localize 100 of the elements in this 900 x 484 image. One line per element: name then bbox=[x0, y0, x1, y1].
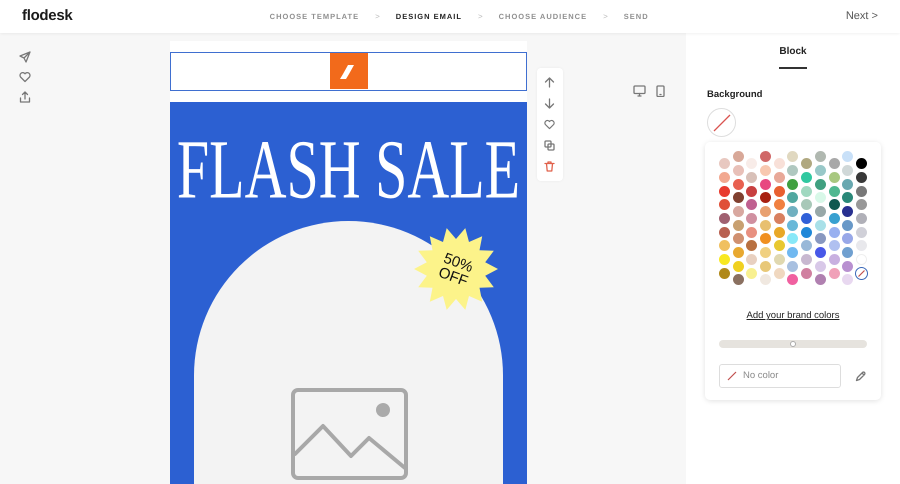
opacity-slider[interactable] bbox=[719, 340, 867, 348]
color-swatch[interactable] bbox=[760, 164, 772, 176]
color-swatch[interactable] bbox=[814, 192, 826, 204]
color-swatch[interactable] bbox=[842, 151, 854, 162]
color-swatch[interactable] bbox=[746, 172, 758, 183]
color-swatch[interactable] bbox=[814, 164, 826, 176]
hero-block[interactable]: FLASH SALE 50% OFF bbox=[170, 102, 527, 484]
color-swatch[interactable] bbox=[842, 178, 854, 190]
color-swatch[interactable] bbox=[814, 274, 826, 286]
color-swatch[interactable] bbox=[801, 268, 812, 279]
eyedropper-icon[interactable] bbox=[855, 370, 867, 382]
color-swatch[interactable] bbox=[719, 254, 730, 266]
color-swatch[interactable] bbox=[828, 213, 840, 224]
next-button[interactable]: Next > bbox=[846, 8, 878, 25]
color-swatch[interactable] bbox=[774, 199, 785, 210]
color-swatch[interactable] bbox=[828, 199, 840, 210]
color-swatch[interactable] bbox=[760, 220, 772, 231]
color-swatch[interactable] bbox=[732, 151, 744, 162]
color-swatch[interactable] bbox=[746, 254, 758, 266]
color-swatch[interactable] bbox=[787, 260, 798, 272]
color-swatch[interactable] bbox=[842, 192, 854, 204]
color-swatch[interactable] bbox=[814, 151, 826, 162]
color-swatch[interactable] bbox=[760, 260, 772, 272]
share-icon[interactable] bbox=[19, 91, 31, 103]
color-swatch[interactable] bbox=[787, 220, 798, 231]
header-block[interactable] bbox=[170, 52, 527, 91]
color-swatch[interactable] bbox=[814, 233, 826, 244]
color-swatch[interactable] bbox=[842, 274, 854, 286]
color-swatch[interactable] bbox=[856, 226, 867, 238]
color-swatch[interactable] bbox=[801, 213, 812, 224]
slider-thumb[interactable] bbox=[790, 340, 796, 347]
color-swatch[interactable] bbox=[801, 172, 812, 183]
color-swatch[interactable] bbox=[814, 206, 826, 217]
color-swatch[interactable] bbox=[719, 186, 730, 197]
color-swatch[interactable] bbox=[719, 199, 730, 210]
color-swatch[interactable] bbox=[801, 158, 812, 170]
color-swatch[interactable] bbox=[719, 213, 730, 224]
color-swatch[interactable] bbox=[814, 178, 826, 190]
color-swatch[interactable] bbox=[856, 172, 867, 183]
color-swatch[interactable] bbox=[760, 233, 772, 244]
color-swatch[interactable] bbox=[746, 268, 758, 279]
color-swatch[interactable] bbox=[746, 199, 758, 210]
desktop-icon[interactable] bbox=[633, 85, 646, 97]
color-swatch[interactable] bbox=[856, 199, 867, 210]
color-swatch[interactable] bbox=[719, 268, 730, 279]
color-swatch[interactable] bbox=[814, 220, 826, 231]
color-swatch[interactable] bbox=[760, 151, 772, 162]
color-swatch[interactable] bbox=[828, 254, 840, 266]
color-swatch[interactable] bbox=[801, 186, 812, 197]
color-swatch[interactable] bbox=[774, 268, 785, 279]
send-icon[interactable] bbox=[19, 51, 31, 63]
color-swatch[interactable] bbox=[774, 158, 785, 170]
color-swatch[interactable] bbox=[719, 240, 730, 252]
color-swatch[interactable] bbox=[732, 192, 744, 204]
color-swatch[interactable] bbox=[787, 233, 798, 244]
image-placeholder[interactable] bbox=[194, 221, 503, 484]
color-swatch[interactable] bbox=[760, 192, 772, 204]
color-swatch[interactable] bbox=[842, 260, 854, 272]
color-swatch[interactable] bbox=[842, 206, 854, 217]
color-swatch[interactable] bbox=[774, 240, 785, 252]
block-tab[interactable]: Block bbox=[779, 33, 807, 69]
color-swatch[interactable] bbox=[842, 233, 854, 244]
color-swatch[interactable] bbox=[856, 213, 867, 224]
color-swatch[interactable] bbox=[746, 213, 758, 224]
color-swatch[interactable] bbox=[828, 268, 840, 279]
heart-icon[interactable] bbox=[19, 71, 31, 83]
color-swatch[interactable] bbox=[760, 247, 772, 258]
color-swatch[interactable] bbox=[801, 240, 812, 252]
color-swatch[interactable] bbox=[746, 186, 758, 197]
color-swatch[interactable] bbox=[828, 186, 840, 197]
color-swatch[interactable] bbox=[842, 247, 854, 258]
background-swatch[interactable] bbox=[707, 108, 736, 138]
color-swatch[interactable] bbox=[787, 164, 798, 176]
color-swatch[interactable] bbox=[732, 274, 744, 286]
color-swatch[interactable] bbox=[732, 260, 744, 272]
color-swatch[interactable] bbox=[856, 254, 867, 266]
color-swatch[interactable] bbox=[828, 226, 840, 238]
color-swatch[interactable] bbox=[732, 178, 744, 190]
color-swatch[interactable] bbox=[732, 206, 744, 217]
color-swatch[interactable] bbox=[787, 192, 798, 204]
color-input-field[interactable]: No color bbox=[719, 364, 841, 388]
color-swatch[interactable] bbox=[787, 206, 798, 217]
color-swatch[interactable] bbox=[746, 240, 758, 252]
color-swatch[interactable] bbox=[828, 240, 840, 252]
color-swatch[interactable] bbox=[856, 186, 867, 197]
mobile-icon[interactable] bbox=[654, 85, 667, 97]
no-color-swatch[interactable] bbox=[856, 268, 867, 279]
color-swatch[interactable] bbox=[746, 226, 758, 238]
color-swatch[interactable] bbox=[774, 172, 785, 183]
color-swatch[interactable] bbox=[801, 254, 812, 266]
color-swatch[interactable] bbox=[842, 164, 854, 176]
color-swatch[interactable] bbox=[787, 247, 798, 258]
brand-colors-link[interactable]: Add your brand colors bbox=[746, 310, 840, 322]
color-swatch[interactable] bbox=[787, 274, 798, 286]
color-swatch[interactable] bbox=[719, 226, 730, 238]
color-swatch[interactable] bbox=[814, 260, 826, 272]
color-swatch[interactable] bbox=[719, 158, 730, 170]
color-swatch[interactable] bbox=[719, 172, 730, 183]
color-swatch[interactable] bbox=[856, 158, 867, 170]
color-swatch[interactable] bbox=[760, 274, 772, 286]
